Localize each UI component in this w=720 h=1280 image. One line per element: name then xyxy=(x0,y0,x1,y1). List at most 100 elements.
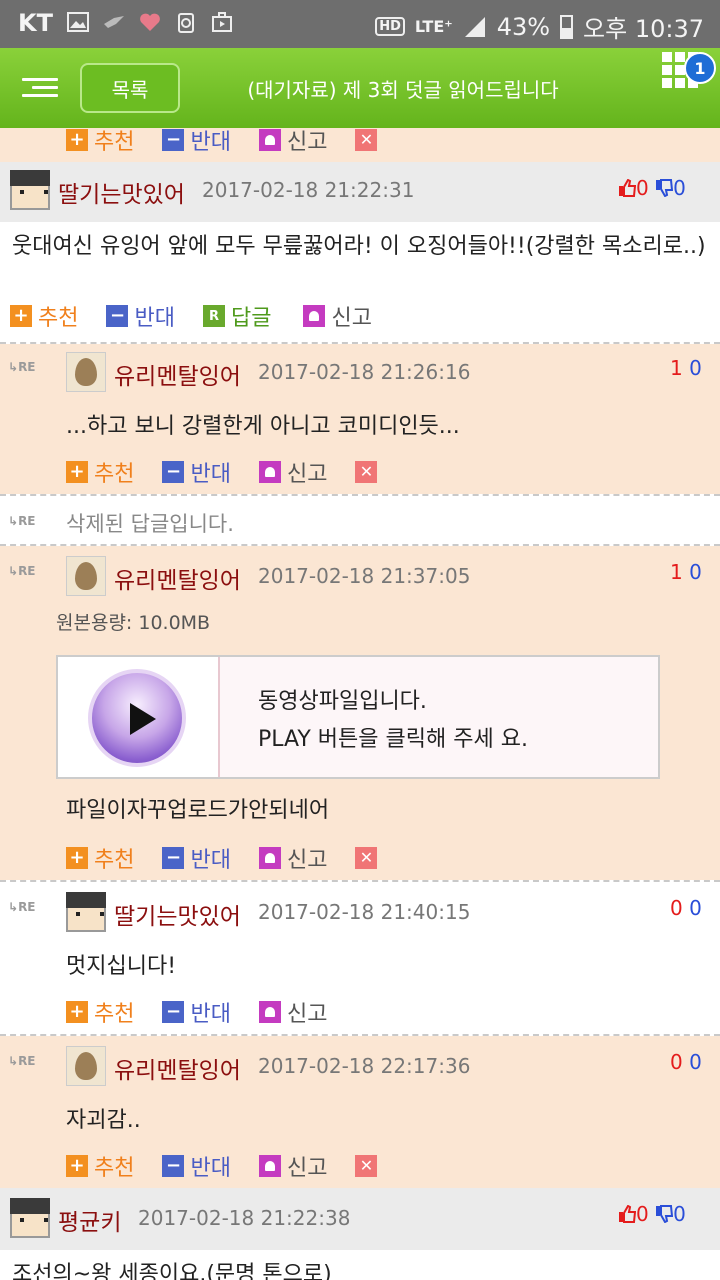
hd-voice-icon: HD xyxy=(375,17,405,36)
comment-date: 2017-02-18 21:26:16 xyxy=(258,360,471,384)
comment-date: 2017-02-18 21:37:05 xyxy=(258,564,471,588)
report-button[interactable]: 신고 xyxy=(258,842,327,874)
vote-counts: 0 0 xyxy=(618,176,686,200)
siren-icon xyxy=(258,461,281,483)
report-button[interactable]: 신고 xyxy=(303,300,372,332)
avatar xyxy=(10,1198,50,1238)
recommend-button[interactable]: + 추천 xyxy=(66,456,134,488)
thumbs-down-icon xyxy=(656,1205,674,1223)
recommend-button[interactable]: + 추천 xyxy=(66,128,134,156)
comment-date: 2017-02-18 21:22:31 xyxy=(202,178,415,202)
avatar xyxy=(66,352,106,392)
report-button[interactable]: 신고 xyxy=(258,128,327,156)
comment-text: 파일이자꾸업로드가안되네어 xyxy=(66,798,330,823)
recommend-button[interactable]: + 추천 xyxy=(10,300,78,332)
siren-icon xyxy=(258,1155,281,1177)
action-row: + 추천 − 반대 R 답글 신고 xyxy=(10,300,400,332)
action-row: + 추천 − 반대 신고 ✕ xyxy=(66,842,411,874)
delete-button[interactable]: ✕ xyxy=(355,847,383,869)
vote-counts: 0 0 xyxy=(618,1202,686,1226)
list-button[interactable]: 목록 xyxy=(80,63,180,113)
oppose-button[interactable]: − 반대 xyxy=(162,1150,231,1182)
comment-date: 2017-02-18 21:22:38 xyxy=(138,1206,351,1230)
avatar xyxy=(10,170,50,210)
minus-icon: − xyxy=(106,305,129,327)
comment-text: 자괴감.. xyxy=(66,1108,141,1133)
siren-icon xyxy=(258,1001,281,1023)
comment-text: 조선의~왕 세종이요.(문명 톤으로) xyxy=(12,1262,332,1280)
minus-icon: − xyxy=(162,847,185,869)
vote-counts: 0 0 xyxy=(670,896,702,920)
oppose-button[interactable]: − 반대 xyxy=(162,128,231,156)
recommend-button[interactable]: + 추천 xyxy=(66,996,134,1028)
page-title: (대기자료) 제 3회 덧글 읽어드립니다 xyxy=(247,78,559,102)
comment-date: 2017-02-18 21:40:15 xyxy=(258,900,471,924)
heart-icon xyxy=(140,13,160,31)
thumbs-down-icon xyxy=(656,179,674,197)
reply-marker: ↳RE xyxy=(8,564,36,578)
action-row: + 추천 − 반대 신고 ✕ xyxy=(66,128,411,156)
video-thumb xyxy=(58,657,220,777)
original-size-label: 원본용량: 10.0MB xyxy=(56,612,211,634)
oppose-button[interactable]: − 반대 xyxy=(162,456,231,488)
reply-marker: ↳RE xyxy=(8,1054,36,1068)
image-icon xyxy=(67,12,89,32)
report-button[interactable]: 신고 xyxy=(258,996,327,1028)
recommend-button[interactable]: + 추천 xyxy=(66,842,134,874)
notification-badge: 1 xyxy=(684,52,716,84)
recommend-button[interactable]: + 추천 xyxy=(66,1150,134,1182)
plus-icon: + xyxy=(66,847,88,869)
comment-nick[interactable]: 유리멘탈잉어 xyxy=(114,357,241,391)
notification-icons xyxy=(66,10,234,34)
comment-text: ...하고 보니 강렬한게 아니고 코미디인듯... xyxy=(66,414,460,439)
menu-icon[interactable] xyxy=(22,78,58,98)
reply-marker: ↳RE xyxy=(8,900,36,914)
comment-nick[interactable]: 딸기는맛있어 xyxy=(58,175,185,209)
delete-button[interactable]: ✕ xyxy=(355,1155,383,1177)
thumbs-up-icon xyxy=(619,179,636,197)
divider xyxy=(0,494,720,496)
oppose-button[interactable]: − 반대 xyxy=(106,300,175,332)
minus-icon: − xyxy=(162,1155,185,1177)
plus-icon: + xyxy=(66,461,88,483)
vote-counts: 1 0 xyxy=(670,560,702,584)
app-header: 목록 (대기자료) 제 3회 덧글 읽어드립니다 xyxy=(0,48,720,128)
oppose-button[interactable]: − 반대 xyxy=(162,996,231,1028)
close-icon: ✕ xyxy=(355,461,378,483)
avatar xyxy=(66,892,106,932)
comment-nick[interactable]: 유리멘탈잉어 xyxy=(114,561,241,595)
carrier-label: KT xyxy=(18,9,53,37)
oppose-button[interactable]: − 반대 xyxy=(162,842,231,874)
minus-icon: − xyxy=(162,461,185,483)
comment-text: 멋지십니다! xyxy=(66,954,177,979)
report-button[interactable]: 신고 xyxy=(258,456,327,488)
comment-nick[interactable]: 딸기는맛있어 xyxy=(114,897,241,931)
action-row: + 추천 − 반대 신고 xyxy=(66,996,355,1028)
deleted-reply-text: 삭제된 답글입니다. xyxy=(66,512,234,536)
comment-nick[interactable]: 유리멘탈잉어 xyxy=(114,1051,241,1085)
reply-icon: R xyxy=(202,305,225,327)
video-player[interactable]: 동영상파일입니다. PLAY 버튼을 클릭해 주세 요. xyxy=(56,655,660,779)
delete-button[interactable]: ✕ xyxy=(355,461,383,483)
reply-button[interactable]: R 답글 xyxy=(202,300,271,332)
play-icon[interactable] xyxy=(88,669,186,767)
comment-list: + 추천 − 반대 신고 ✕ 딸기는맛있어 2017-02-18 21:22:31 … xyxy=(0,128,720,1280)
avatar xyxy=(66,556,106,596)
delete-button[interactable]: ✕ xyxy=(355,129,383,151)
report-button[interactable]: 신고 xyxy=(258,1150,327,1182)
network-label: LTE⁺ xyxy=(414,17,453,36)
reply-marker: ↳RE xyxy=(8,514,36,528)
close-icon: ✕ xyxy=(355,129,378,151)
reply-marker: ↳RE xyxy=(8,360,36,374)
vote-counts: 1 0 xyxy=(670,356,702,380)
comment-nick[interactable]: 평균키 xyxy=(58,1203,121,1237)
comment-date: 2017-02-18 22:17:36 xyxy=(258,1054,471,1078)
status-bar: KT HD LTE⁺ 43% 오후 10:37 xyxy=(0,0,720,48)
vote-counts: 0 0 xyxy=(670,1050,702,1074)
clock: 오후 10:37 xyxy=(583,15,704,43)
comment-text: 웃대여신 유잉어 앞에 모두 무릎꿇어라! 이 오징어들아!!(강렬한 목소리로… xyxy=(12,234,706,259)
battery-percent: 43% xyxy=(496,12,551,41)
minus-icon: − xyxy=(162,1001,185,1023)
briefcase-icon xyxy=(212,12,232,32)
battery-icon xyxy=(560,14,574,39)
